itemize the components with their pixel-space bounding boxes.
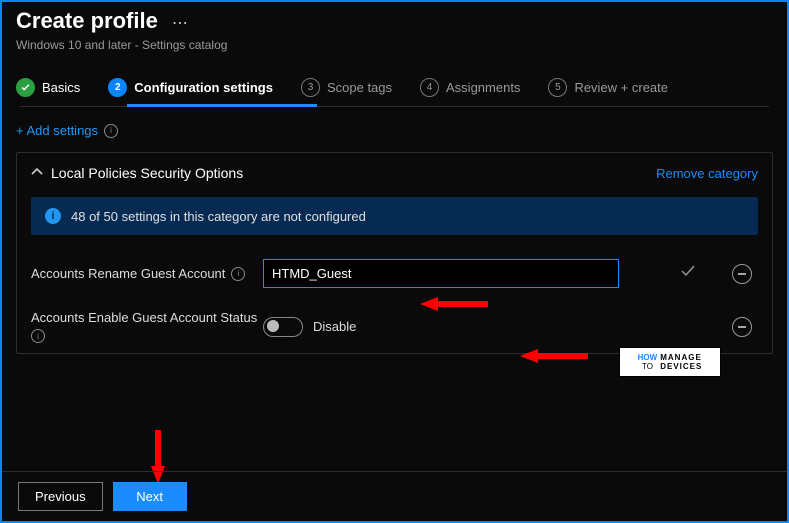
setting-row-rename-guest: Accounts Rename Guest Account i [31, 259, 758, 288]
next-button[interactable]: Next [113, 482, 187, 511]
profile-create-page: Create profile ⋯ Windows 10 and later - … [0, 0, 789, 523]
step-number-icon: 3 [301, 78, 320, 97]
more-actions-icon[interactable]: ⋯ [172, 13, 188, 33]
category-panel: Local Policies Security Options Remove c… [16, 152, 773, 354]
setting-label: Accounts Rename Guest Account [31, 266, 225, 281]
category-toggle[interactable]: Local Policies Security Options [31, 165, 243, 181]
chevron-up-icon [31, 166, 43, 180]
setting-row-enable-guest: Accounts Enable Guest Account Status i D… [31, 310, 758, 343]
step-number-icon: 2 [108, 78, 127, 97]
step-label: Assignments [446, 80, 520, 95]
remove-category-link[interactable]: Remove category [656, 166, 758, 181]
previous-button[interactable]: Previous [18, 482, 103, 511]
remove-setting-button[interactable] [732, 264, 752, 284]
step-assignments[interactable]: 4 Assignments [420, 78, 520, 97]
banner-text: 48 of 50 settings in this category are n… [71, 209, 366, 224]
step-label: Configuration settings [134, 80, 273, 95]
toggle-knob-icon [267, 320, 279, 332]
watermark-text: MANAGE [660, 353, 702, 362]
remove-setting-button[interactable] [732, 317, 752, 337]
rename-guest-input[interactable] [263, 259, 619, 288]
setting-label: Accounts Enable Guest Account Status [31, 310, 257, 325]
add-settings-label: + Add settings [16, 123, 98, 138]
step-label: Scope tags [327, 80, 392, 95]
active-step-underline [127, 104, 317, 107]
wizard-footer: Previous Next [2, 471, 787, 521]
category-info-banner: i 48 of 50 settings in this category are… [31, 197, 758, 235]
info-icon[interactable]: i [104, 124, 118, 138]
page-title: Create profile [16, 8, 158, 34]
step-basics[interactable]: Basics [16, 78, 80, 97]
step-configuration-settings[interactable]: 2 Configuration settings [108, 78, 273, 97]
watermark-text: HOW [638, 353, 658, 362]
watermark-text: TO [642, 362, 653, 371]
add-settings-link[interactable]: + Add settings i [16, 123, 773, 138]
category-title: Local Policies Security Options [51, 165, 243, 181]
enable-guest-toggle[interactable] [263, 317, 303, 337]
info-icon[interactable]: i [231, 267, 245, 281]
step-scope-tags[interactable]: 3 Scope tags [301, 78, 392, 97]
toggle-state-label: Disable [313, 319, 356, 334]
step-label: Basics [42, 80, 80, 95]
check-icon [16, 78, 35, 97]
watermark-text: DEVICES [660, 362, 702, 371]
info-icon[interactable]: i [31, 329, 45, 343]
watermark-logo: HOW TO MANAGE DEVICES [619, 347, 721, 377]
info-icon: i [45, 208, 61, 224]
check-icon [680, 264, 696, 281]
step-number-icon: 5 [548, 78, 567, 97]
page-subtitle: Windows 10 and later - Settings catalog [16, 38, 773, 52]
step-number-icon: 4 [420, 78, 439, 97]
wizard-steps: Basics 2 Configuration settings 3 Scope … [16, 78, 773, 97]
step-review-create[interactable]: 5 Review + create [548, 78, 668, 97]
step-label: Review + create [574, 80, 668, 95]
